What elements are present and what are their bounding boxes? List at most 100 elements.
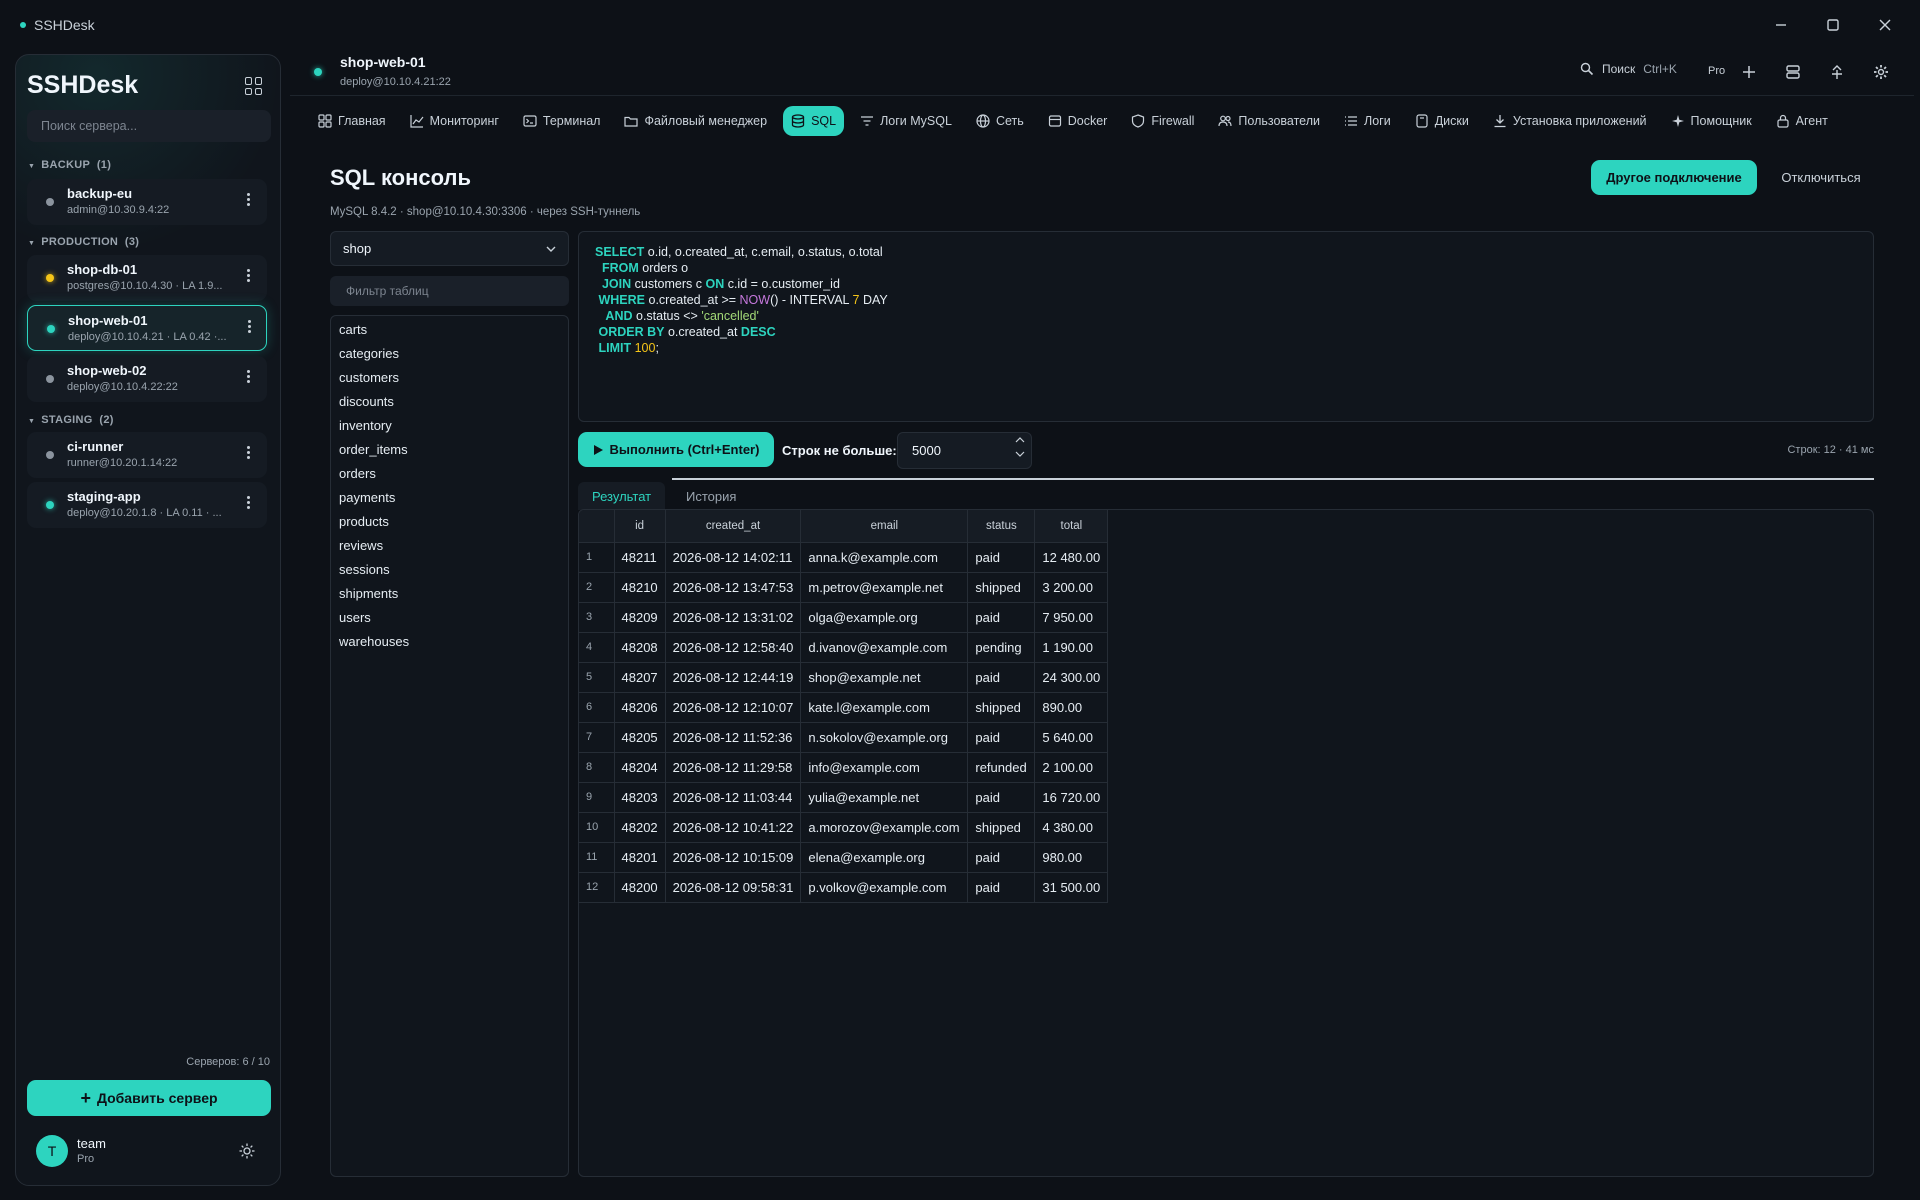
table-cell[interactable]: pending: [967, 632, 1036, 663]
table-cell[interactable]: kate.l@example.com: [800, 692, 969, 723]
table-cell[interactable]: shipped: [967, 812, 1036, 843]
table-cell[interactable]: 48209: [614, 602, 666, 633]
tab-agent[interactable]: Агент: [1768, 106, 1836, 136]
tab-mysql-logs[interactable]: Логи MySQL: [852, 106, 960, 136]
table-cell[interactable]: paid: [967, 722, 1036, 753]
server-item-shop-web-02[interactable]: shop-web-02 deploy@10.10.4.22:22: [27, 356, 267, 402]
add-button[interactable]: [1737, 60, 1761, 84]
table-cell[interactable]: 48210: [614, 572, 666, 603]
disconnect-button[interactable]: Отключиться: [1768, 160, 1874, 195]
table-row[interactable]: 10 48202 2026-08-12 10:41:22 a.morozov@exam…: [579, 812, 1109, 843]
tab-monitoring[interactable]: Мониторинг: [402, 106, 507, 136]
table-cell[interactable]: paid: [967, 662, 1036, 693]
table-row[interactable]: 11 48201 2026-08-12 10:15:09 elena@example.…: [579, 842, 1109, 873]
table-list-item[interactable]: categories: [331, 345, 568, 369]
table-cell[interactable]: 2026-08-12 10:15:09: [665, 842, 802, 873]
table-cell[interactable]: 2026-08-12 14:02:11: [665, 542, 802, 573]
table-cell[interactable]: shipped: [967, 572, 1036, 603]
tab-network[interactable]: Сеть: [968, 106, 1032, 136]
minimize-button[interactable]: [1766, 12, 1796, 38]
tab-home[interactable]: Главная: [310, 106, 394, 136]
table-list-item[interactable]: products: [331, 513, 568, 537]
tab-disks[interactable]: Диски: [1407, 106, 1477, 136]
servers-button[interactable]: [1781, 60, 1805, 84]
table-list-item[interactable]: sessions: [331, 561, 568, 585]
table-cell[interactable]: shop@example.net: [800, 662, 969, 693]
maximize-button[interactable]: [1818, 12, 1848, 38]
table-row[interactable]: 6 48206 2026-08-12 12:10:07 kate.l@example.…: [579, 692, 1109, 723]
more-icon[interactable]: [247, 193, 251, 206]
table-cell[interactable]: 2026-08-12 12:44:19: [665, 662, 802, 693]
column-header-status[interactable]: status: [967, 510, 1036, 543]
table-row[interactable]: 5 48207 2026-08-12 12:44:19 shop@example.ne…: [579, 662, 1109, 693]
table-row[interactable]: 12 48200 2026-08-12 09:58:31 p.volkov@examp…: [579, 872, 1109, 903]
other-connection-button[interactable]: Другое подключение: [1591, 160, 1757, 195]
settings-button[interactable]: [1869, 60, 1893, 84]
table-list-item[interactable]: reviews: [331, 537, 568, 561]
table-cell[interactable]: 48207: [614, 662, 666, 693]
table-row[interactable]: 3 48209 2026-08-12 13:31:02 olga@example.or…: [579, 602, 1109, 633]
table-cell[interactable]: 2026-08-12 10:41:22: [665, 812, 802, 843]
table-cell[interactable]: 2026-08-12 13:47:53: [665, 572, 802, 603]
server-search-input[interactable]: [27, 110, 271, 142]
tab-result[interactable]: Результат: [578, 482, 666, 510]
group-backup[interactable]: ▼ BACKUP (1): [28, 159, 111, 171]
table-list-item[interactable]: payments: [331, 489, 568, 513]
pro-badge[interactable]: Pro: [1708, 65, 1725, 77]
table-cell[interactable]: 2026-08-12 11:29:58: [665, 752, 802, 783]
table-cell[interactable]: 48201: [614, 842, 666, 873]
table-list-item[interactable]: users: [331, 609, 568, 633]
sql-editor[interactable]: SELECT o.id, o.created_at, c.email, o.st…: [578, 231, 1874, 422]
tab-docker[interactable]: Docker: [1040, 106, 1116, 136]
tab-app-install[interactable]: Установка приложений: [1485, 106, 1655, 136]
tab-file-manager[interactable]: Файловый менеджер: [616, 106, 775, 136]
table-cell[interactable]: 2026-08-12 13:31:02: [665, 602, 802, 633]
table-row[interactable]: 2 48210 2026-08-12 13:47:53 m.petrov@exampl…: [579, 572, 1109, 603]
tab-logs[interactable]: Логи: [1336, 106, 1399, 136]
apps-grid-icon[interactable]: [245, 77, 263, 95]
table-list-item[interactable]: orders: [331, 465, 568, 489]
table-cell[interactable]: paid: [967, 542, 1036, 573]
table-cell[interactable]: 5 640.00: [1034, 722, 1109, 753]
table-cell[interactable]: d.ivanov@example.com: [800, 632, 969, 663]
tab-firewall[interactable]: Firewall: [1123, 106, 1202, 136]
table-list-item[interactable]: shipments: [331, 585, 568, 609]
table-list-item[interactable]: carts: [331, 321, 568, 345]
table-cell[interactable]: 48208: [614, 632, 666, 663]
global-search-button[interactable]: Поиск Ctrl+K: [1580, 62, 1677, 76]
table-row[interactable]: 7 48205 2026-08-12 11:52:36 n.sokolov@examp…: [579, 722, 1109, 753]
tab-history[interactable]: История: [672, 482, 750, 510]
table-row[interactable]: 9 48203 2026-08-12 11:03:44 yulia@example.n…: [579, 782, 1109, 813]
table-filter-input[interactable]: [330, 276, 569, 306]
table-cell[interactable]: shipped: [967, 692, 1036, 723]
server-item-backup-eu[interactable]: backup-eu admin@10.30.9.4:22: [27, 179, 267, 225]
table-cell[interactable]: 3 200.00: [1034, 572, 1109, 603]
tab-users[interactable]: Пользователи: [1210, 106, 1328, 136]
more-icon[interactable]: [247, 370, 251, 383]
table-cell[interactable]: olga@example.org: [800, 602, 969, 633]
more-icon[interactable]: [248, 320, 252, 333]
table-cell[interactable]: m.petrov@example.net: [800, 572, 969, 603]
table-cell[interactable]: 48203: [614, 782, 666, 813]
table-cell[interactable]: 2026-08-12 12:58:40: [665, 632, 802, 663]
table-cell[interactable]: 24 300.00: [1034, 662, 1109, 693]
column-header-id[interactable]: id: [614, 510, 666, 543]
tab-assistant[interactable]: Помощник: [1663, 106, 1760, 136]
table-cell[interactable]: paid: [967, 602, 1036, 633]
table-cell[interactable]: 980.00: [1034, 842, 1109, 873]
avatar[interactable]: T: [36, 1135, 68, 1167]
table-cell[interactable]: info@example.com: [800, 752, 969, 783]
table-cell[interactable]: yulia@example.net: [800, 782, 969, 813]
table-cell[interactable]: 2026-08-12 11:03:44: [665, 782, 802, 813]
more-icon[interactable]: [247, 269, 251, 282]
add-server-button[interactable]: + Добавить сервер: [27, 1080, 271, 1116]
table-cell[interactable]: 2026-08-12 09:58:31: [665, 872, 802, 903]
table-cell[interactable]: 4 380.00: [1034, 812, 1109, 843]
table-cell[interactable]: paid: [967, 842, 1036, 873]
table-cell[interactable]: 48211: [614, 542, 666, 573]
server-item-shop-web-01[interactable]: shop-web-01 deploy@10.10.4.21 · LA 0.42 …: [27, 305, 267, 351]
column-header-created-at[interactable]: created_at: [665, 510, 802, 543]
table-cell[interactable]: 2 100.00: [1034, 752, 1109, 783]
more-icon[interactable]: [247, 496, 251, 509]
server-item-staging-app[interactable]: staging-app deploy@10.20.1.8 · LA 0.11 ·…: [27, 482, 267, 528]
